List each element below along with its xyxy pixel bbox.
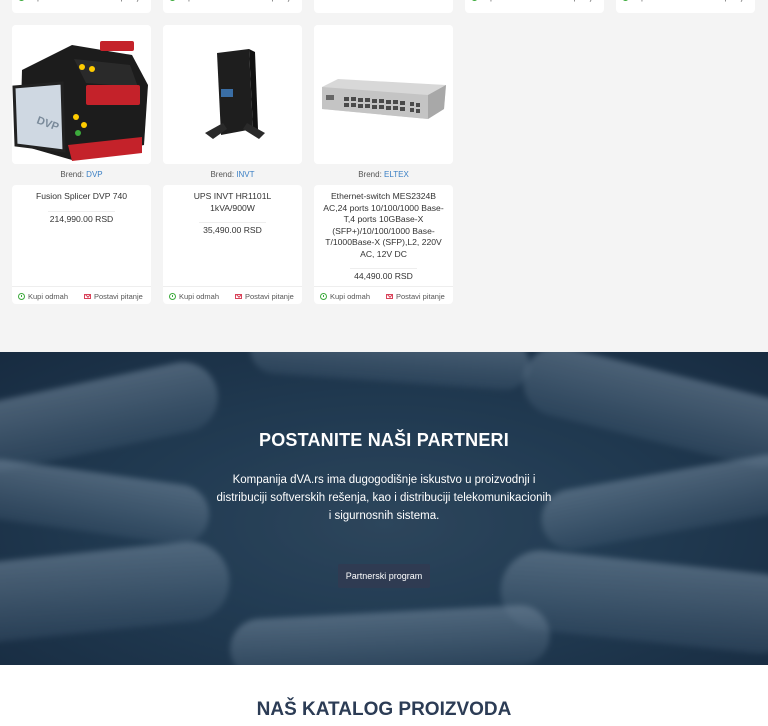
buy-now-label: Kupi odmah (481, 0, 521, 2)
brand-link[interactable]: DVP (86, 170, 102, 179)
buy-now-link[interactable]: Kupi odmah (169, 0, 219, 9)
catalog-section: NAŠ KATALOG PROIZVODA (0, 665, 768, 726)
mail-icon (235, 294, 242, 299)
ask-question-link[interactable]: Postavi pitanje (688, 0, 747, 9)
product-image-link[interactable] (163, 25, 302, 164)
clock-icon (471, 0, 478, 1)
brand-prefix: Brend: (358, 170, 382, 179)
ask-question-label: Postavi pitanje (245, 0, 294, 2)
clock-icon (18, 293, 25, 300)
partner-program-button[interactable]: Partnerski program (338, 564, 430, 588)
ups-image (163, 25, 302, 164)
ask-question-label: Postavi pitanje (547, 0, 596, 2)
ask-question-link[interactable]: Postavi pitanje (84, 292, 143, 301)
mail-icon (84, 294, 91, 299)
ask-question-link[interactable]: Postavi pitanje (235, 292, 294, 301)
buy-now-link[interactable]: Kupi odmah (320, 292, 370, 301)
product-card-partial: Kupi odmah Postavi pitanje (616, 0, 755, 13)
product-card: Brend: ELTEX Ethernet-switch MES2324B AC… (314, 25, 453, 304)
product-actions: Kupi odmah Postavi pitanje (12, 286, 151, 304)
ask-question-label: Postavi pitanje (245, 292, 294, 301)
product-card: Brend: INVT UPS INVT HR1101L 1kVA/900W 3… (163, 25, 302, 304)
brand-prefix: Brend: (60, 170, 84, 179)
ask-question-label: Postavi pitanje (698, 0, 747, 2)
product-card-partial: Kupi odmah Postavi pitanje (163, 0, 302, 13)
mail-icon (386, 294, 393, 299)
product-brand: Brend: DVP (12, 170, 151, 179)
product-card-partial: Kupi odmah Postavi pitanje (465, 0, 604, 13)
brand-prefix: Brend: (210, 170, 235, 179)
buy-now-label: Kupi odmah (28, 0, 68, 2)
product-name[interactable]: UPS INVT HR1101L 1kVA/900W (163, 185, 302, 214)
product-name[interactable]: Fusion Splicer DVP 740 (12, 185, 151, 203)
clock-icon (622, 0, 629, 1)
partners-banner: POSTANITE NAŠI PARTNERI Kompanija dVA.rs… (0, 352, 768, 665)
buy-now-label: Kupi odmah (179, 292, 220, 301)
clock-icon (169, 0, 176, 1)
brand-link[interactable]: ELTEX (384, 170, 409, 179)
network-switch-image (314, 25, 453, 164)
product-brand: Brend: ELTEX (314, 170, 453, 179)
ask-question-label: Postavi pitanje (94, 0, 143, 2)
product-info: Ethernet-switch MES2324B AC,24 ports 10/… (314, 185, 453, 304)
buy-now-link[interactable]: Kupi odmah (471, 0, 521, 9)
buy-now-label: Kupi odmah (179, 0, 219, 2)
page: Kupi odmah Postavi pitanje Kupi odmah Po… (0, 0, 768, 726)
partners-title: POSTANITE NAŠI PARTNERI (259, 430, 509, 450)
brand-link[interactable]: INVT (236, 170, 254, 179)
catalog-title: NAŠ KATALOG PROIZVODA (256, 699, 512, 720)
product-image-link[interactable]: DVP (12, 25, 151, 164)
ask-question-link[interactable]: Postavi pitanje (84, 0, 143, 9)
product-name[interactable]: Ethernet-switch MES2324B AC,24 ports 10/… (314, 185, 453, 260)
ask-question-link[interactable]: Postavi pitanje (386, 292, 445, 301)
product-actions: Kupi odmah Postavi pitanje (314, 286, 453, 304)
ask-question-label: Postavi pitanje (396, 292, 445, 301)
product-brand: Brend: INVT (163, 170, 302, 179)
product-price: 35,490.00 RSD (199, 222, 266, 235)
product-card-partial: Kupi odmah Postavi pitanje (12, 0, 151, 13)
product-price: 44,490.00 RSD (350, 268, 417, 281)
buy-now-link[interactable]: Kupi odmah (18, 0, 68, 9)
buy-now-link[interactable]: Kupi odmah (622, 0, 672, 9)
buy-now-link[interactable]: Kupi odmah (169, 292, 219, 301)
clock-icon (18, 0, 25, 1)
ask-question-link[interactable]: Postavi pitanje (235, 0, 294, 9)
clock-icon (320, 293, 327, 300)
buy-now-label: Kupi odmah (632, 0, 672, 2)
product-price: 214,990.00 RSD (48, 210, 115, 224)
fusion-splicer-image: DVP (12, 25, 151, 164)
product-image-link[interactable] (314, 25, 453, 164)
buy-now-label: Kupi odmah (330, 292, 371, 301)
product-info: Fusion Splicer DVP 740 214,990.00 RSD Ku… (12, 185, 151, 304)
ask-question-link[interactable]: Postavi pitanje (537, 0, 596, 9)
clock-icon (169, 293, 176, 300)
product-info: UPS INVT HR1101L 1kVA/900W 35,490.00 RSD… (163, 185, 302, 304)
product-card: DVP Brend: DVP Fusion Splicer DVP 740 21… (12, 25, 151, 304)
buy-now-link[interactable]: Kupi odmah (18, 292, 68, 301)
product-card-partial (314, 0, 453, 13)
buy-now-label: Kupi odmah (28, 292, 69, 301)
partners-description: Kompanija dVA.rs ima dugogodišnje iskust… (216, 474, 552, 522)
ask-question-label: Postavi pitanje (94, 292, 143, 301)
previous-product-row: Kupi odmah Postavi pitanje Kupi odmah Po… (0, 0, 768, 14)
product-actions: Kupi odmah Postavi pitanje (163, 286, 302, 304)
